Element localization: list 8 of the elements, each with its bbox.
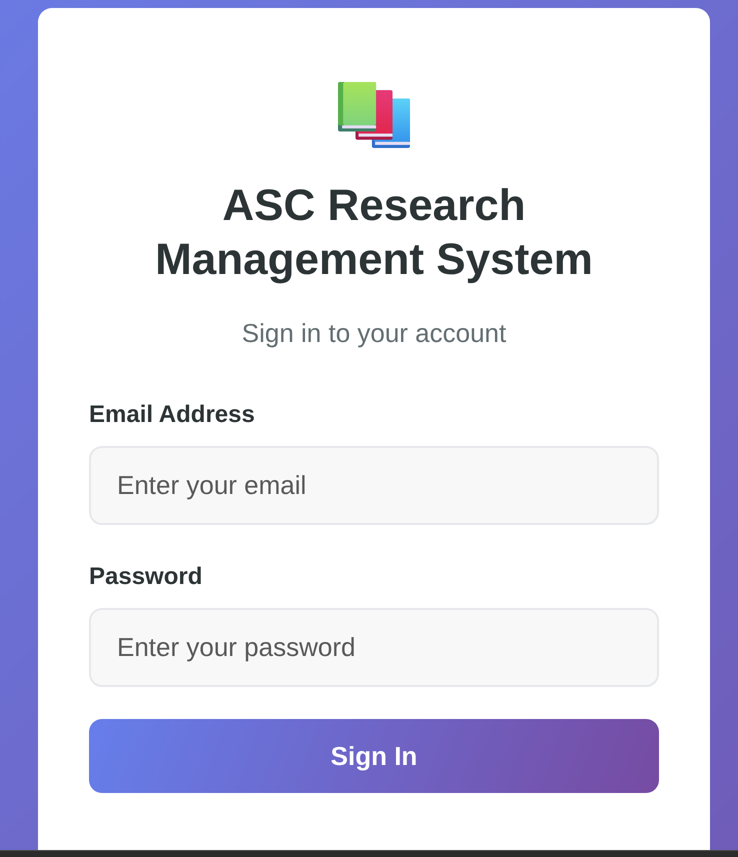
subtitle: Sign in to your account xyxy=(240,317,508,349)
field-label: Password xyxy=(89,563,202,591)
input-field[interactable]: Enter your email xyxy=(89,446,659,525)
app-title: ASC Research Management System xyxy=(154,180,594,286)
input-field[interactable]: Enter your password xyxy=(89,608,659,687)
sign-in-button[interactable]: Sign In xyxy=(89,719,659,793)
books-icon xyxy=(338,82,410,148)
field-label: Email Address xyxy=(89,401,255,429)
